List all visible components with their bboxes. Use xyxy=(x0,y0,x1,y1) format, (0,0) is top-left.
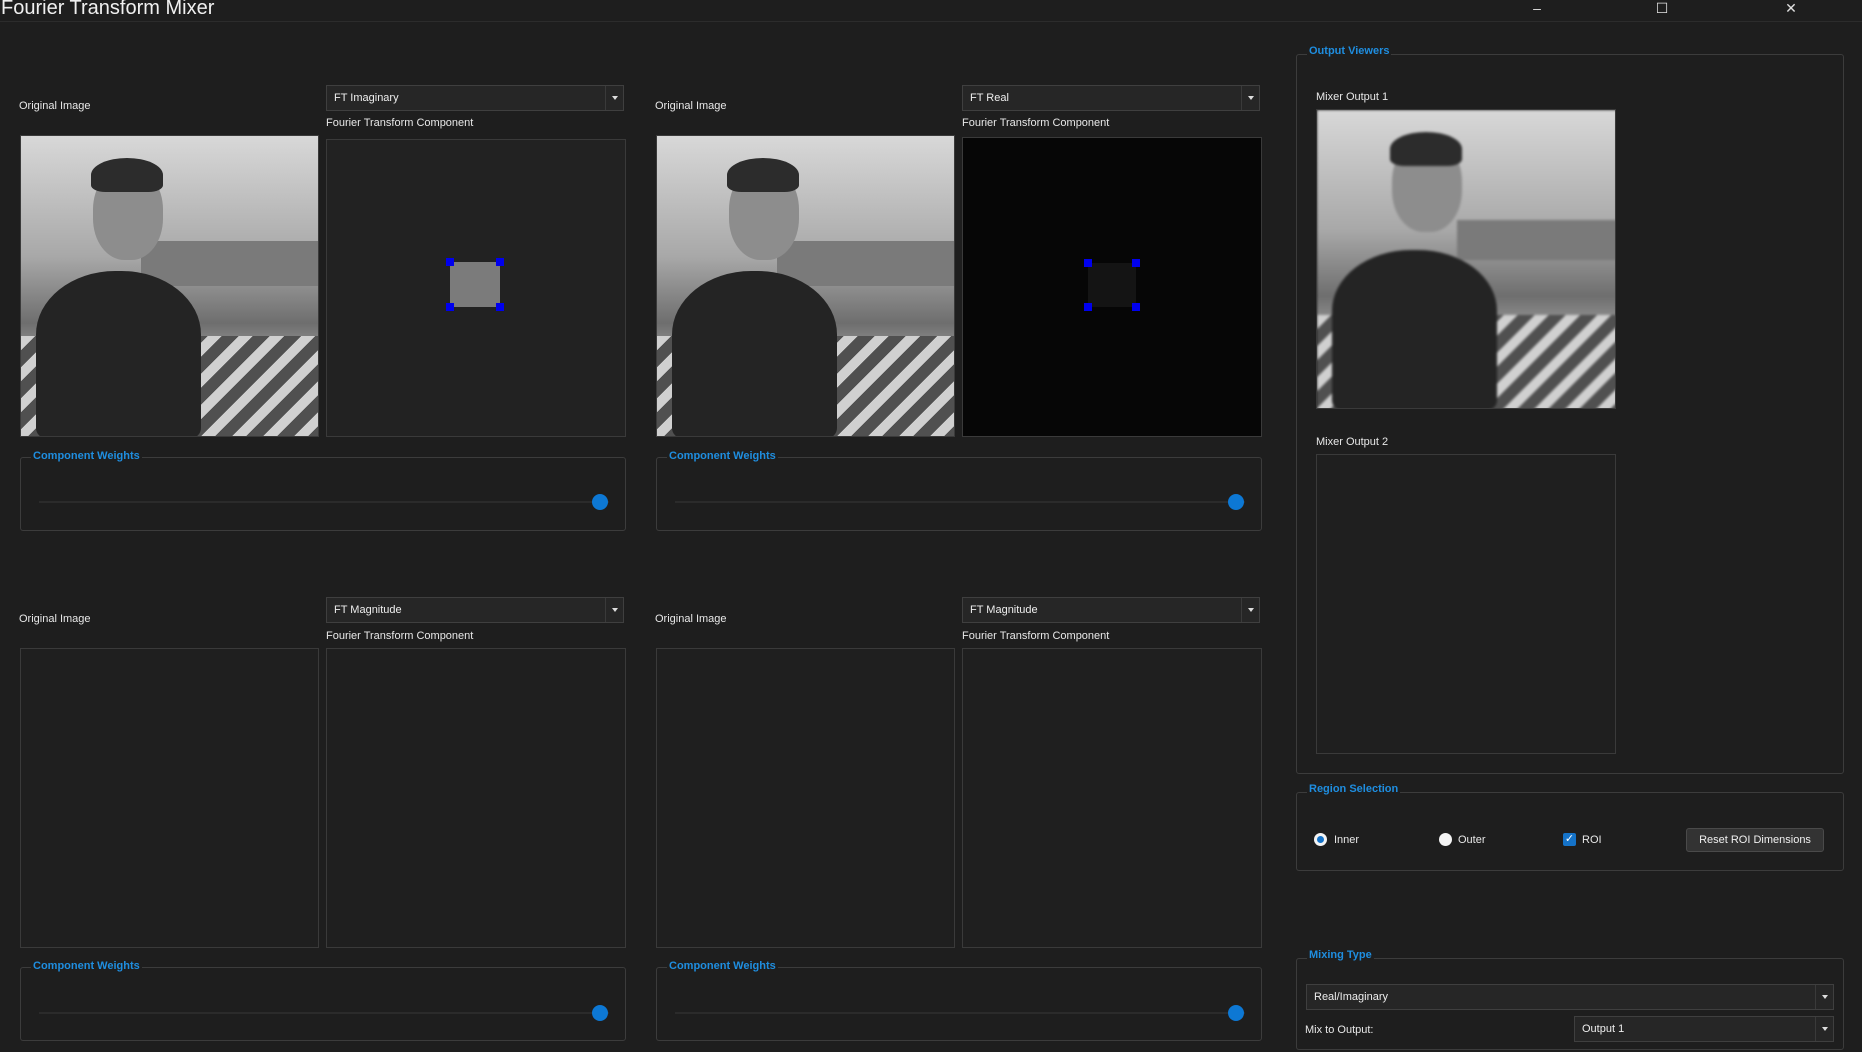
component-select[interactable]: FT Magnitude xyxy=(326,597,624,623)
weight-slider-handle[interactable] xyxy=(1228,1005,1244,1021)
chevron-down-icon xyxy=(1815,985,1833,1009)
component-select-value: FT Real xyxy=(970,92,1009,104)
maximize-button[interactable]: ☐ xyxy=(1642,0,1682,18)
roi-handle[interactable] xyxy=(1132,259,1140,267)
original-image-label: Original Image xyxy=(655,100,727,112)
component-weights-title: Component Weights xyxy=(31,960,142,972)
roi-handle[interactable] xyxy=(446,303,454,311)
weight-slider-track[interactable] xyxy=(675,1012,1245,1014)
component-weights-title: Component Weights xyxy=(31,450,142,462)
chevron-down-icon xyxy=(605,86,623,110)
mixing-type-select-value: Real/Imaginary xyxy=(1314,991,1388,1003)
mixer-output-1-view[interactable] xyxy=(1316,109,1616,409)
outer-radio[interactable] xyxy=(1439,833,1452,846)
roi-handle[interactable] xyxy=(446,258,454,266)
weight-slider-track[interactable] xyxy=(39,501,609,503)
original-image-label: Original Image xyxy=(655,613,727,625)
window-title: Fourier Transform Mixer xyxy=(1,0,215,19)
ft-component-label: Fourier Transform Component xyxy=(962,117,1110,129)
outer-radio-label[interactable]: Outer xyxy=(1458,834,1486,846)
weight-slider-handle[interactable] xyxy=(592,1005,608,1021)
roi-handle[interactable] xyxy=(496,258,504,266)
mixer-output-2-view[interactable] xyxy=(1316,454,1616,754)
original-image-view[interactable] xyxy=(656,648,955,948)
roi-handle[interactable] xyxy=(496,303,504,311)
mixing-type-select[interactable]: Real/Imaginary xyxy=(1306,984,1834,1010)
original-image xyxy=(21,136,318,436)
reset-roi-button[interactable]: Reset ROI Dimensions xyxy=(1686,828,1824,852)
roi-handle[interactable] xyxy=(1084,303,1092,311)
component-weights-group: Component Weights xyxy=(20,450,626,531)
original-image-view[interactable] xyxy=(20,648,319,948)
roi-rectangle[interactable] xyxy=(1084,259,1140,311)
original-image-label: Original Image xyxy=(19,100,91,112)
weight-slider-handle[interactable] xyxy=(592,494,608,510)
ft-component-view[interactable] xyxy=(326,648,626,948)
component-select-value: FT Magnitude xyxy=(970,604,1038,616)
output-viewers-title: Output Viewers xyxy=(1307,45,1392,57)
component-select-value: FT Imaginary xyxy=(334,92,399,104)
mix-to-output-select[interactable]: Output 1 xyxy=(1574,1016,1834,1042)
original-image xyxy=(657,136,954,436)
component-weights-group: Component Weights xyxy=(656,450,1262,531)
minimize-button[interactable]: – xyxy=(1517,0,1557,18)
region-selection-title: Region Selection xyxy=(1307,783,1401,795)
inner-radio-label[interactable]: Inner xyxy=(1334,834,1359,846)
component-weights-title: Component Weights xyxy=(667,450,778,462)
ft-component-label: Fourier Transform Component xyxy=(326,117,474,129)
chevron-down-icon xyxy=(1815,1017,1833,1041)
component-weights-title: Component Weights xyxy=(667,960,778,972)
mixer-output-1-image xyxy=(1317,110,1615,408)
roi-handle[interactable] xyxy=(1132,303,1140,311)
component-weights-group: Component Weights xyxy=(656,960,1262,1041)
ft-component-view[interactable] xyxy=(962,137,1262,437)
roi-checkbox[interactable]: ✓ xyxy=(1563,833,1576,846)
ft-component-label: Fourier Transform Component xyxy=(326,630,474,642)
chevron-down-icon xyxy=(1241,86,1259,110)
roi-checkbox-label[interactable]: ROI xyxy=(1582,834,1602,846)
ft-component-view[interactable] xyxy=(326,139,626,437)
inner-radio[interactable] xyxy=(1314,833,1327,846)
mix-to-output-label: Mix to Output: xyxy=(1305,1024,1374,1036)
ft-component-view[interactable] xyxy=(962,648,1262,948)
roi-rectangle[interactable] xyxy=(446,258,504,311)
mixer-output-2-label: Mixer Output 2 xyxy=(1316,436,1389,448)
component-select[interactable]: FT Magnitude xyxy=(962,597,1260,623)
component-select-value: FT Magnitude xyxy=(334,604,402,616)
weight-slider-track[interactable] xyxy=(675,501,1245,503)
close-button[interactable]: ✕ xyxy=(1771,0,1811,18)
chevron-down-icon xyxy=(605,598,623,622)
mix-to-output-select-value: Output 1 xyxy=(1582,1023,1625,1035)
original-image-view[interactable] xyxy=(20,135,319,437)
roi-handle[interactable] xyxy=(1084,259,1092,267)
component-weights-group: Component Weights xyxy=(20,960,626,1041)
mixing-type-title: Mixing Type xyxy=(1307,949,1374,961)
ft-component-label: Fourier Transform Component xyxy=(962,630,1110,642)
original-image-view[interactable] xyxy=(656,135,955,437)
weight-slider-track[interactable] xyxy=(39,1012,609,1014)
mixer-output-1-label: Mixer Output 1 xyxy=(1316,91,1389,103)
chevron-down-icon xyxy=(1241,598,1259,622)
original-image-label: Original Image xyxy=(19,613,91,625)
component-select[interactable]: FT Real xyxy=(962,85,1260,111)
title-bar: Fourier Transform Mixer – ☐ ✕ xyxy=(0,0,1862,22)
component-select[interactable]: FT Imaginary xyxy=(326,85,624,111)
weight-slider-handle[interactable] xyxy=(1228,494,1244,510)
